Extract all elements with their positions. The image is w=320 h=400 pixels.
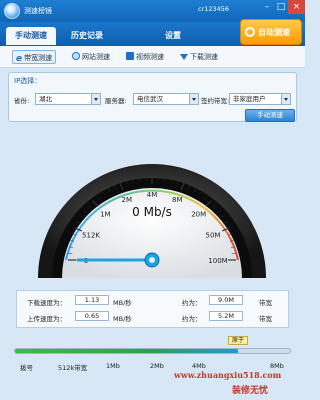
upload-approx-value: 5.2M xyxy=(209,311,243,321)
gauge-svg: 0512K1M2M4M8M20M50M100M 0 Mb/s xyxy=(37,163,266,278)
gauge-label: 2M xyxy=(121,196,132,204)
chevron-down-icon xyxy=(189,94,198,104)
gauge-label: 8M xyxy=(172,196,183,204)
upload-approx-label: 约为： xyxy=(182,315,202,323)
maximize-icon[interactable]: □ xyxy=(274,0,288,14)
app-logo-icon xyxy=(4,3,20,19)
tick-2mb: 2Mb xyxy=(150,362,164,370)
auto-test-button[interactable]: 自动测速 xyxy=(240,19,302,45)
gauge-label: 20M xyxy=(191,210,206,218)
needle-hub-center xyxy=(149,257,155,263)
server-label: 服务器: xyxy=(105,97,127,105)
gauge-label: 100M xyxy=(208,257,227,265)
tab-manual-test[interactable]: 手动测速 xyxy=(6,27,56,45)
tick-1mb: 1Mb xyxy=(106,362,120,370)
sub-tabs: e 带宽测速 网站测速 视频测速 下载测速 xyxy=(0,46,305,68)
upload-speed-value: 0.65 xyxy=(75,311,109,321)
chevron-down-icon xyxy=(91,94,100,104)
gauge-label: 50M xyxy=(205,232,220,240)
progress-tooltip: 原于 xyxy=(228,336,248,345)
subtab-download[interactable]: 下载测速 xyxy=(180,50,218,64)
province-label: 省份: xyxy=(14,97,30,105)
ip-panel-title: IP选择： xyxy=(14,77,42,85)
progress-fill xyxy=(15,349,238,353)
upload-speed-label: 上传速度为： xyxy=(27,315,66,323)
progress-track xyxy=(14,348,291,354)
download-approx-unit: 带宽 xyxy=(259,299,272,307)
server-select[interactable]: 电信武汉 xyxy=(133,93,199,105)
app-title: 测速榜镜 xyxy=(24,7,52,15)
tick-4mb: 4Mb xyxy=(192,362,206,370)
download-icon xyxy=(180,54,188,60)
tick-dialup: 拨号 xyxy=(20,364,33,372)
province-select[interactable]: 湖北 xyxy=(35,93,101,105)
globe-icon xyxy=(72,52,80,60)
subtab-website[interactable]: 网站测速 xyxy=(72,50,110,64)
bandwidth-label: 签约带宽: xyxy=(201,97,230,105)
speed-results-panel: 下载速度为： 1.13 MB/秒 约为： 9.0M 带宽 上传速度为： 0.65… xyxy=(16,290,289,328)
subtab-video[interactable]: 视频测速 xyxy=(126,50,164,64)
gauge-label: 512K xyxy=(82,232,100,240)
ie-icon: e xyxy=(16,54,23,64)
upload-approx-unit: 带宽 xyxy=(259,315,272,323)
video-icon xyxy=(126,52,134,60)
upload-speed-unit: MB/秒 xyxy=(113,315,132,323)
tick-8mb: 8Mb xyxy=(270,362,284,370)
download-approx-label: 约为： xyxy=(182,299,202,307)
bandwidth-select[interactable]: 非家庭用户 xyxy=(229,93,291,105)
gauge-label: 1M xyxy=(100,210,111,218)
tick-512k: 512k带宽 xyxy=(58,364,88,372)
gauge-reading: 0 Mb/s xyxy=(132,205,172,219)
download-approx-value: 9.0M xyxy=(209,295,243,305)
gear-icon xyxy=(245,27,255,37)
ip-selection-panel: IP选择： 省份: 湖北 服务器: 电信武汉 签约带宽: 非家庭用户 手动测速 xyxy=(8,72,297,122)
user-name: cr123456 xyxy=(198,5,230,13)
minimize-icon[interactable]: – xyxy=(260,0,274,14)
speed-gauge: 0512K1M2M4M8M20M50M100M 0 Mb/s xyxy=(0,120,305,290)
auto-test-label: 自动测速 xyxy=(258,28,290,37)
gauge-label: 4M xyxy=(147,191,158,199)
watermark-tagline: 装修无忧 xyxy=(232,386,269,396)
chevron-down-icon xyxy=(281,94,290,104)
close-icon[interactable]: × xyxy=(288,0,305,14)
subtab-bandwidth[interactable]: e 带宽测速 xyxy=(12,50,57,64)
download-speed-value: 1.13 xyxy=(75,295,109,305)
tab-settings[interactable]: 设置 xyxy=(148,27,198,45)
download-speed-unit: MB/秒 xyxy=(113,299,132,307)
watermark-url: www.zhuangxiu518.com xyxy=(174,370,282,380)
tab-history[interactable]: 历史记录 xyxy=(62,27,112,45)
download-speed-label: 下载速度为： xyxy=(27,299,66,307)
